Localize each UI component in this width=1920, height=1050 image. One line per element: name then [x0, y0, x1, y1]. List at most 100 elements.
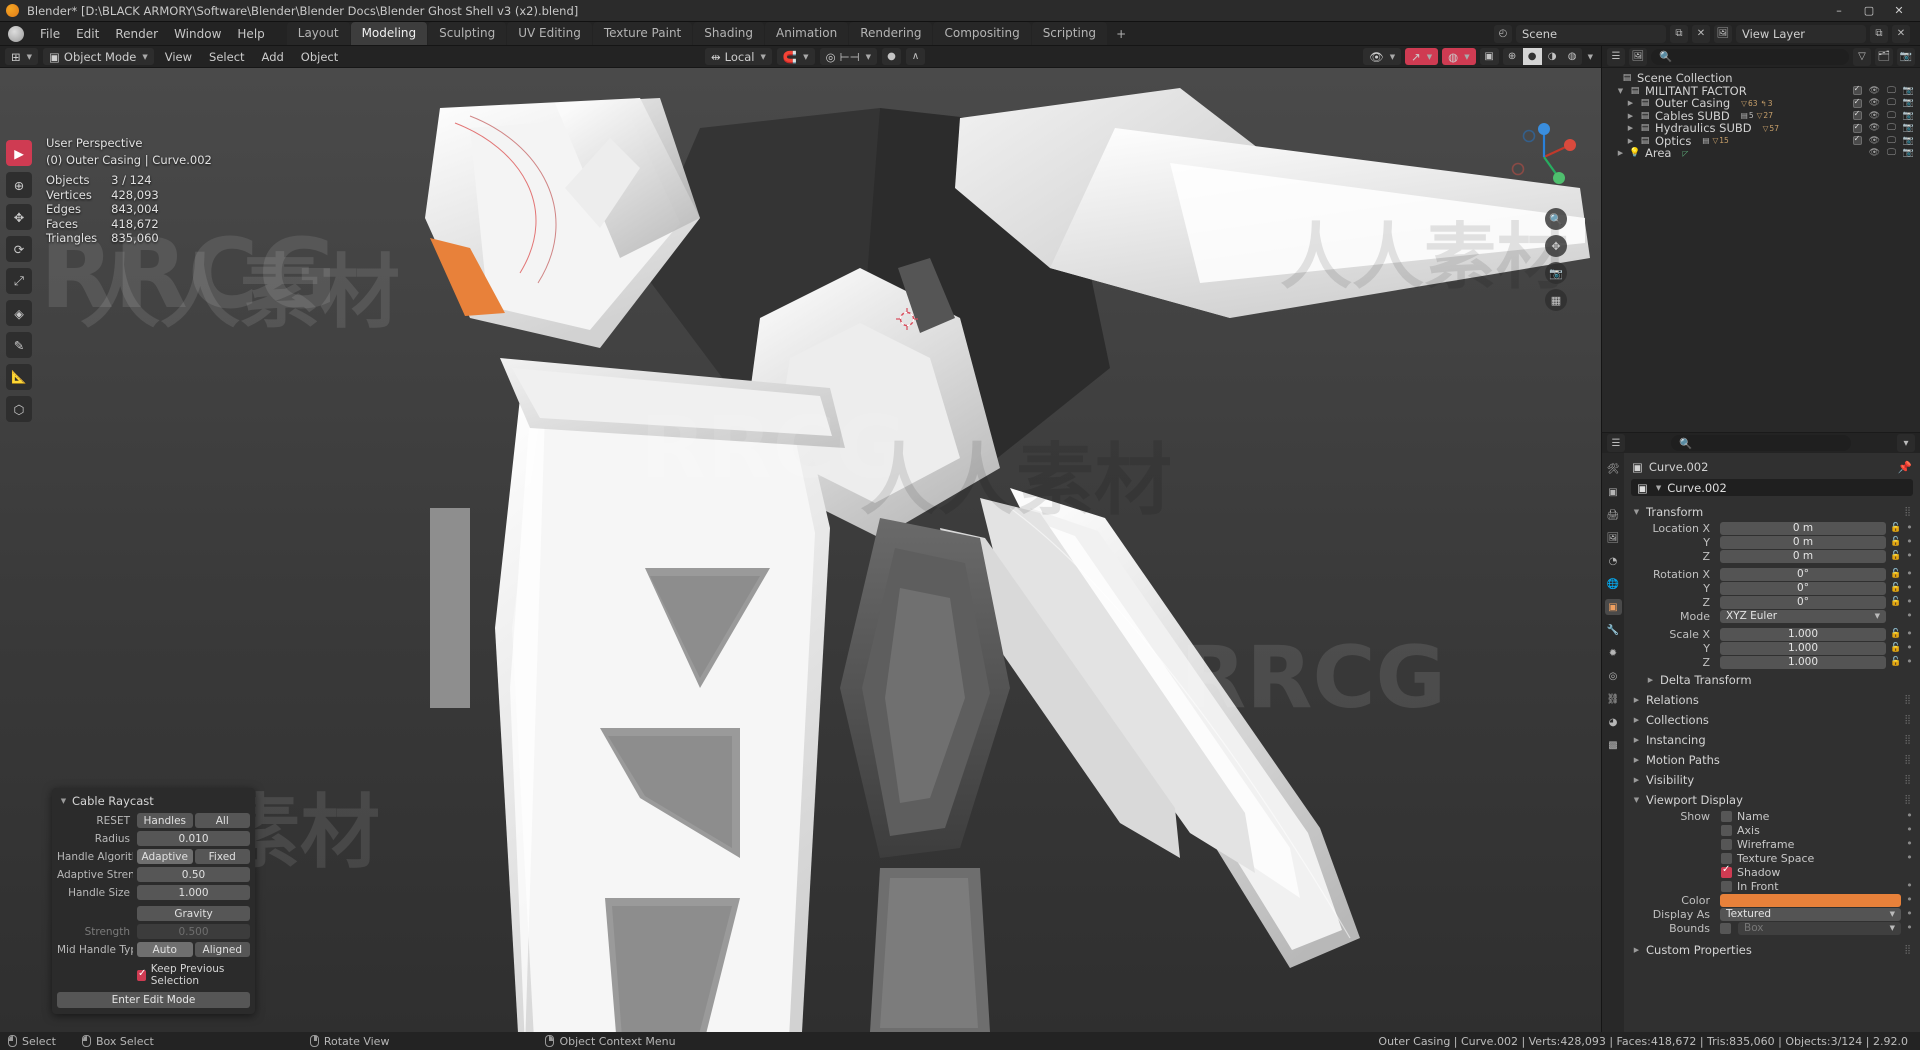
location-y-field[interactable]: 0 m [1720, 535, 1886, 549]
animate-icon[interactable]: • [1905, 656, 1914, 667]
bounds-checkbox[interactable] [1720, 922, 1731, 934]
shading-material-button[interactable]: ◑ [1542, 48, 1562, 65]
outliner-editor-type-icon[interactable]: ☰ [1607, 47, 1625, 66]
animate-icon[interactable]: • [1905, 810, 1914, 821]
show-name-checkbox[interactable] [1721, 810, 1732, 822]
section-instancing[interactable]: ▶ Instancing ⣿ [1624, 730, 1920, 750]
disable-viewport-icon[interactable]: 🖵 [1887, 98, 1896, 108]
annotate-tool[interactable]: ✎ [6, 332, 32, 358]
drag-handle-icon[interactable]: ⣿ [1904, 945, 1912, 955]
constraints-tab[interactable]: ⛓ [1605, 691, 1622, 707]
gravity-button[interactable]: Gravity [137, 906, 250, 921]
object-color-swatch[interactable] [1720, 893, 1901, 907]
shading-solid-button[interactable]: ● [1522, 48, 1542, 65]
tab-rendering[interactable]: Rendering [849, 22, 933, 45]
rotation-z-field[interactable]: 0° [1720, 595, 1886, 609]
vd-shadow-row[interactable]: Shadow [1624, 864, 1920, 880]
scale-x-field[interactable]: 1.000 [1720, 627, 1886, 641]
lock-icon[interactable]: 🔓 [1890, 657, 1901, 667]
section-custom-properties[interactable]: ▶ Custom Properties ⣿ [1624, 940, 1920, 960]
radius-field[interactable]: 0.010 [137, 831, 250, 846]
menu-file[interactable]: File [32, 24, 68, 44]
animate-icon[interactable]: • [1905, 596, 1914, 607]
viewport-menu-view[interactable]: View [159, 48, 198, 65]
drag-handle-icon[interactable]: ⣿ [1904, 795, 1912, 805]
animate-icon[interactable]: • [1905, 894, 1914, 905]
xray-toggle[interactable]: ▣ [1479, 48, 1499, 65]
measure-tool[interactable]: 📐 [6, 364, 32, 390]
maximize-button[interactable]: ▢ [1862, 4, 1876, 17]
lock-icon[interactable]: 🔓 [1890, 523, 1901, 533]
lock-icon[interactable]: 🔓 [1890, 551, 1901, 561]
new-view-layer-icon[interactable]: ⧉ [1870, 24, 1888, 43]
hide-viewport-icon[interactable]: 👁 [1869, 98, 1880, 108]
outliner-row-optics[interactable]: ▶ ▤ Optics ▤ ▽15 👁 🖵 📷 [1602, 134, 1920, 148]
drag-handle-icon[interactable]: ⣿ [1904, 755, 1912, 765]
rotation-x-field[interactable]: 0° [1720, 567, 1886, 581]
properties-search-input[interactable]: 🔍 [1671, 435, 1851, 451]
handle-algorithm-adaptive-button[interactable]: Adaptive [137, 849, 193, 864]
disable-render-icon[interactable]: 📷 [1903, 98, 1914, 108]
expand-icon[interactable]: ▶ [1616, 149, 1625, 157]
output-tab[interactable]: 🖨 [1605, 507, 1622, 523]
exclude-checkbox[interactable] [1852, 109, 1862, 121]
section-visibility[interactable]: ▶ Visibility ⣿ [1624, 770, 1920, 790]
particles-tab[interactable]: ✹ [1605, 645, 1622, 661]
scene-browse-icon[interactable]: ◴ [1494, 24, 1512, 43]
disable-render-icon[interactable]: 📷 [1903, 136, 1914, 146]
object-tab[interactable]: ▣ [1604, 599, 1622, 615]
disable-render-icon[interactable]: 📷 [1903, 148, 1914, 158]
tab-modeling[interactable]: Modeling [350, 22, 428, 45]
section-motion-paths[interactable]: ▶ Motion Paths ⣿ [1624, 750, 1920, 770]
section-collections[interactable]: ▶ Collections ⣿ [1624, 710, 1920, 730]
editor-type-selector[interactable]: ⊞ ▼ [5, 48, 39, 65]
unlink-scene-icon[interactable]: ✕ [1692, 24, 1710, 43]
scene-tab[interactable]: ◔ [1605, 553, 1622, 569]
handle-size-field[interactable]: 1.000 [137, 885, 250, 900]
disable-render-icon[interactable]: 📷 [1903, 86, 1914, 96]
tab-sculpting[interactable]: Sculpting [428, 22, 507, 45]
lock-icon[interactable]: 🔓 [1890, 569, 1901, 579]
zoom-icon[interactable]: 🔍 [1545, 208, 1567, 230]
menu-edit[interactable]: Edit [68, 24, 107, 44]
scale-y-field[interactable]: 1.000 [1720, 641, 1886, 655]
show-axis-checkbox[interactable] [1721, 824, 1732, 836]
adaptive-strength-field[interactable]: 0.50 [137, 867, 250, 882]
drag-handle-icon[interactable]: ⣿ [1904, 775, 1912, 785]
cursor-tool[interactable]: ⊕ [6, 172, 32, 198]
hide-viewport-icon[interactable]: 👁 [1869, 148, 1880, 158]
drag-handle-icon[interactable]: ⣿ [1904, 507, 1912, 517]
disable-viewport-icon[interactable]: 🖵 [1887, 148, 1896, 158]
menu-help[interactable]: Help [229, 24, 272, 44]
animate-icon[interactable]: • [1905, 642, 1914, 653]
visibility-selector[interactable]: 👁 ▼ [1363, 48, 1402, 65]
display-as-dropdown[interactable]: Textured ▼ [1720, 907, 1901, 921]
expand-icon[interactable]: ▶ [1626, 137, 1635, 145]
filter-icon[interactable]: ▽ [1853, 47, 1871, 66]
disable-viewport-icon[interactable]: 🖵 [1887, 86, 1896, 96]
move-tool[interactable]: ✥ [6, 204, 32, 230]
outliner-search-input[interactable]: 🔍 [1651, 48, 1849, 65]
show-shadow-checkbox[interactable] [1721, 864, 1732, 878]
viewport-menu-add[interactable]: Add [256, 48, 290, 65]
gizmo-toggle[interactable]: ↗ ▼ [1405, 48, 1439, 65]
transform-orientation-selector[interactable]: ⇹ Local ▼ [705, 48, 772, 65]
shading-popover-icon[interactable]: ▼ [1588, 53, 1593, 61]
tool-tab[interactable]: 🛠 [1605, 461, 1622, 477]
scale-tool[interactable]: ⤢ [6, 268, 32, 294]
outliner-row-outer-casing[interactable]: ▶ ▤ Outer Casing ▽63 ↰3 👁 🖵 📷 [1602, 96, 1920, 110]
properties-editor-type-icon[interactable]: ☰ [1607, 434, 1625, 452]
animate-icon[interactable]: • [1905, 852, 1914, 863]
proportional-falloff-button[interactable]: ● [882, 48, 902, 65]
view-layer-tab[interactable]: 🖼 [1605, 530, 1622, 546]
tab-compositing[interactable]: Compositing [933, 22, 1031, 45]
vd-in-front-row[interactable]: In Front • [1624, 880, 1920, 894]
rotation-y-field[interactable]: 0° [1720, 581, 1886, 595]
disable-viewport-icon[interactable]: 🖵 [1887, 136, 1896, 146]
exclude-checkbox[interactable] [1852, 122, 1862, 133]
disable-render-icon[interactable]: 📷 [1903, 123, 1914, 133]
lock-icon[interactable]: 🔓 [1890, 583, 1901, 593]
hide-viewport-icon[interactable]: 👁 [1869, 123, 1880, 133]
view-layer-browse-icon[interactable]: 🖼 [1714, 24, 1732, 43]
camera-icon[interactable]: 📷 [1897, 47, 1915, 66]
